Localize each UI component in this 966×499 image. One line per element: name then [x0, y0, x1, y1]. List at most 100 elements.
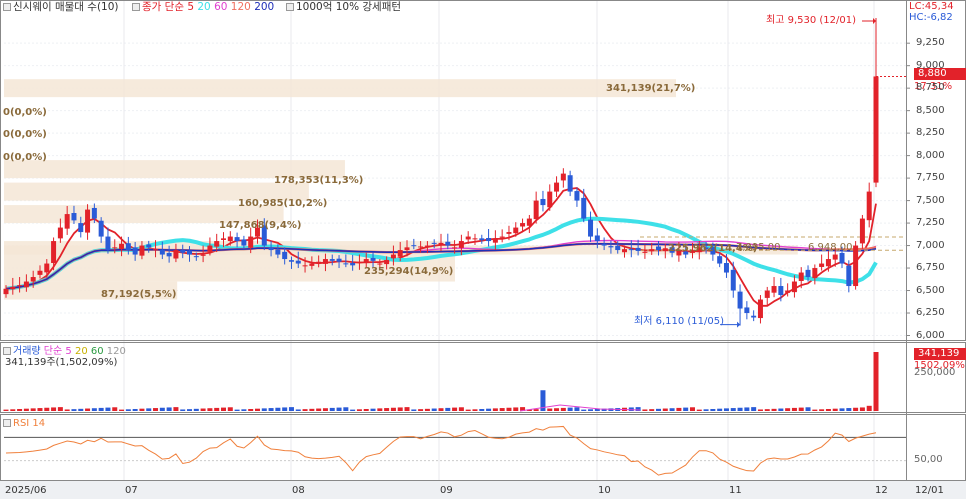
volume-bar	[356, 409, 362, 411]
profile-band	[4, 79, 676, 98]
hline-label: 6,948,00	[808, 242, 853, 253]
candle-body	[730, 269, 736, 291]
candle-body	[221, 238, 226, 240]
volume-bar	[431, 408, 437, 411]
low-annotation: 최저 6,110 (11/05)	[634, 316, 725, 327]
volume-bar	[628, 407, 634, 411]
volume-bar	[153, 408, 159, 411]
candle-body	[506, 232, 512, 234]
chart-title[interactable]: 신시웨이 매물대 수(10)	[3, 1, 119, 14]
time-tick-label: 07	[125, 485, 138, 496]
price-tick-label: 6,250	[916, 307, 945, 319]
volume-bar	[350, 409, 356, 411]
volume-bar	[825, 408, 831, 411]
volume-bar	[506, 407, 512, 411]
volume-bar	[119, 409, 125, 411]
volume-bar	[57, 407, 63, 411]
candle-body	[336, 258, 342, 262]
ma-legend[interactable]: 종가 단순 5 20 60 120 200	[132, 1, 274, 14]
profile-zero-label: 0(0,0%)	[3, 152, 47, 163]
volume-bar	[465, 409, 471, 411]
candle-body	[846, 265, 852, 287]
volume-bar	[302, 409, 308, 411]
volume-bar	[785, 408, 791, 411]
candle-body	[764, 290, 770, 298]
candle-body	[751, 315, 757, 318]
volume-bar	[642, 409, 648, 411]
candle-body	[438, 242, 444, 245]
volume-bar	[696, 409, 702, 411]
volume-bar	[261, 408, 267, 411]
volume-bar	[554, 408, 560, 411]
candle-body	[418, 246, 424, 248]
candle-body	[853, 245, 859, 287]
candle-body	[23, 281, 29, 288]
candle-body	[431, 242, 437, 244]
settings-square-icon[interactable]	[3, 3, 11, 11]
time-tick-label: 10	[598, 485, 611, 496]
volume-bar	[23, 408, 29, 411]
candle-body	[268, 247, 274, 251]
rsi-line	[4, 425, 906, 476]
volume-bar	[316, 408, 322, 411]
volume-bar	[560, 407, 566, 411]
volume-bar	[207, 408, 213, 411]
rsi-legend[interactable]: RSI 14	[3, 417, 45, 430]
pattern-legend[interactable]: 1000억 10% 강세패턴	[286, 1, 401, 14]
settings-square-icon[interactable]	[3, 419, 11, 427]
volume-bar	[166, 407, 172, 411]
volume-bar	[112, 407, 118, 411]
volume-bar	[282, 407, 288, 411]
volume-bar	[98, 407, 104, 411]
candle-body	[452, 247, 458, 249]
volume-bar	[771, 408, 777, 411]
volume-bar	[710, 408, 716, 411]
candle-body	[547, 191, 553, 208]
candle-body	[288, 260, 294, 262]
price-tick-label: 8,000	[916, 149, 945, 161]
settings-square-icon[interactable]	[132, 3, 140, 11]
volume-bar	[227, 407, 233, 411]
settings-square-icon[interactable]	[286, 3, 294, 11]
high-annotation: 최고 9,530 (12/01)	[766, 15, 857, 26]
volume-bar	[445, 407, 451, 411]
volume-bar	[200, 408, 206, 411]
candle-body	[479, 238, 485, 241]
price-tick-label: 9,250	[916, 37, 945, 49]
volume-bar	[17, 408, 23, 411]
volume-bar	[649, 409, 655, 411]
volume-bar	[288, 407, 294, 411]
volume-bar	[64, 409, 70, 411]
profile-zero-label: 0(0,0%)	[3, 129, 47, 140]
volume-bar	[159, 407, 165, 411]
volume-bar	[567, 407, 573, 411]
candle-body	[567, 175, 573, 192]
candle-body	[832, 254, 838, 260]
volume-bar	[241, 409, 247, 411]
volume-bar	[275, 407, 281, 411]
candle-body	[465, 236, 471, 240]
candle-body	[574, 191, 580, 201]
volume-bar	[322, 408, 328, 411]
price-tick-label: 8,500	[916, 104, 945, 116]
candle-body	[329, 259, 335, 261]
candle-body	[778, 286, 784, 296]
candle-body	[112, 247, 118, 249]
candle-body	[153, 249, 159, 251]
volume-bar	[859, 407, 865, 411]
volume-bar	[458, 407, 464, 411]
volume-bar	[404, 407, 410, 411]
volume-bar	[472, 409, 478, 411]
volume-bar	[832, 408, 838, 411]
volume-bar	[662, 408, 668, 411]
candle-body	[322, 259, 328, 264]
candle-body	[635, 247, 641, 251]
volume-bar	[581, 409, 587, 411]
candle-body	[642, 251, 648, 253]
volume-bar	[853, 407, 859, 411]
price-tick-label: 6,750	[916, 262, 945, 274]
volume-bar	[390, 407, 396, 411]
candle-body	[656, 246, 661, 251]
volume-bar	[30, 408, 36, 411]
settings-square-icon[interactable]	[3, 347, 11, 355]
